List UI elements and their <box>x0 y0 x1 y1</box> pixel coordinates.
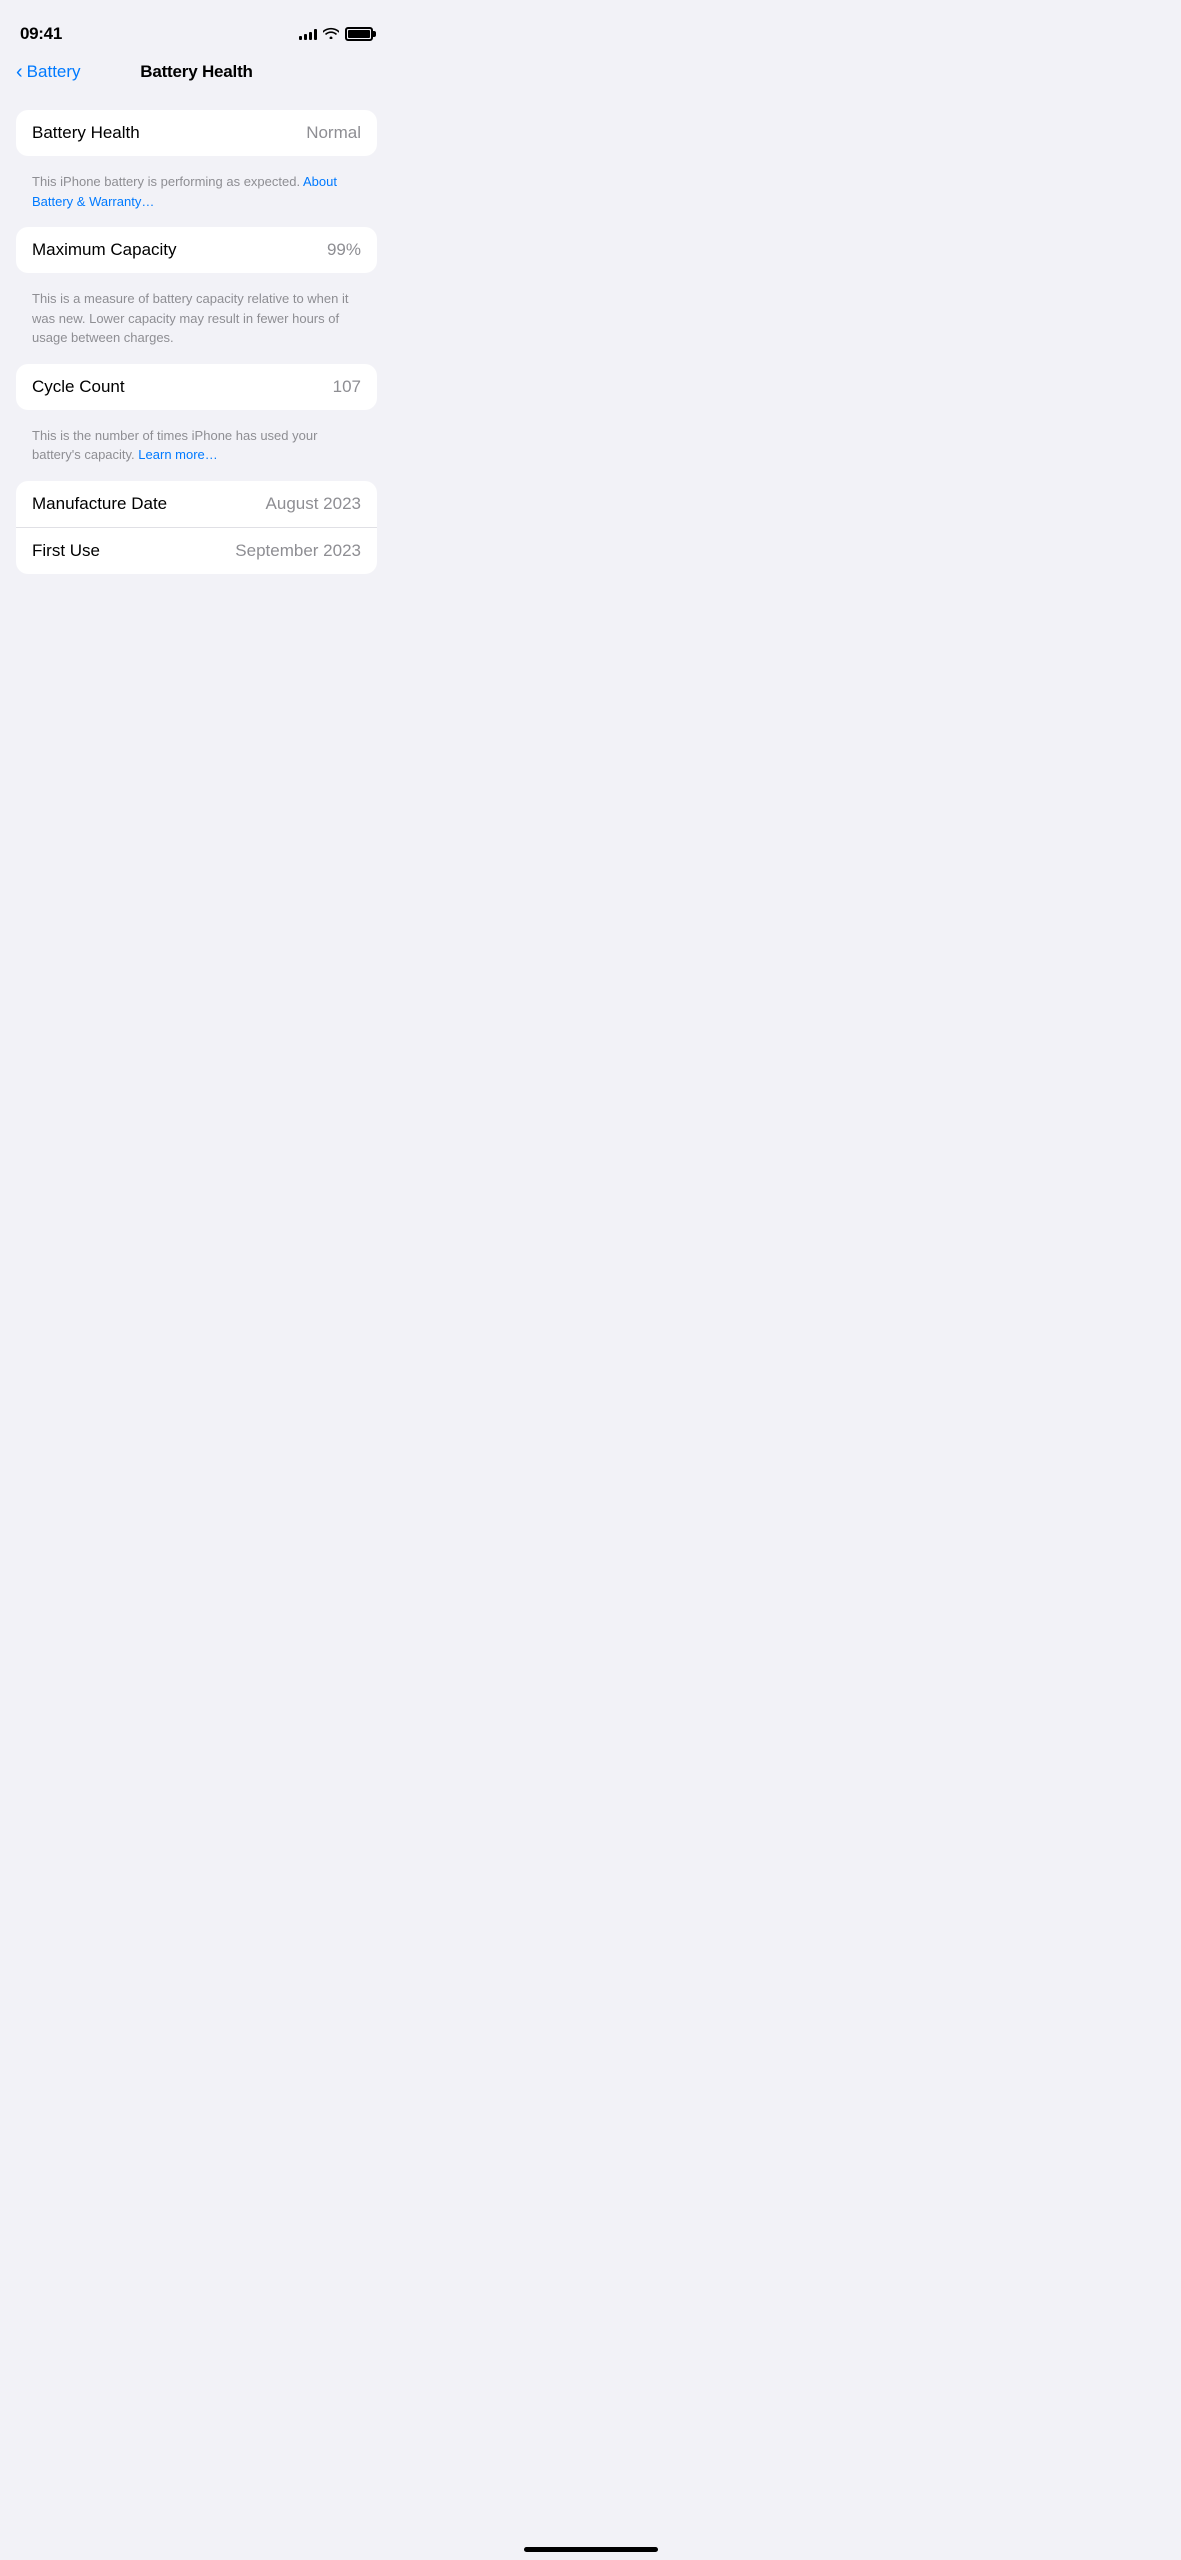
battery-icon <box>345 27 373 41</box>
battery-health-label: Battery Health <box>32 123 140 143</box>
page-title: Battery Health <box>140 62 252 82</box>
manufacture-date-row: Manufacture Date August 2023 <box>16 481 377 527</box>
battery-health-row: Battery Health Normal <box>16 110 377 156</box>
battery-warranty-link[interactable]: About Battery & Warranty… <box>32 174 337 209</box>
cycle-count-row: Cycle Count 107 <box>16 364 377 410</box>
status-bar: 09:41 <box>0 0 393 54</box>
maximum-capacity-label: Maximum Capacity <box>32 240 177 260</box>
back-chevron-icon: ‹ <box>16 62 23 82</box>
back-button[interactable]: ‹ Battery <box>16 62 81 82</box>
first-use-label: First Use <box>32 541 100 561</box>
back-label: Battery <box>27 62 81 82</box>
cycle-count-value: 107 <box>333 377 361 397</box>
battery-health-description: This iPhone battery is performing as exp… <box>16 164 377 227</box>
signal-icon <box>299 28 317 40</box>
dates-card: Manufacture Date August 2023 First Use S… <box>16 481 377 574</box>
cycle-count-description: This is the number of times iPhone has u… <box>16 418 377 481</box>
home-indicator <box>524 2547 658 2552</box>
maximum-capacity-card: Maximum Capacity 99% <box>16 227 377 273</box>
wifi-icon <box>323 27 339 42</box>
status-icons <box>299 27 373 42</box>
cycle-count-label: Cycle Count <box>32 377 125 397</box>
status-time: 09:41 <box>20 24 62 44</box>
first-use-row: First Use September 2023 <box>16 527 377 574</box>
battery-health-value: Normal <box>306 123 361 143</box>
nav-bar: ‹ Battery Battery Health <box>0 54 393 94</box>
battery-health-card: Battery Health Normal <box>16 110 377 156</box>
maximum-capacity-row: Maximum Capacity 99% <box>16 227 377 273</box>
cycle-count-card: Cycle Count 107 <box>16 364 377 410</box>
content-area: Battery Health Normal This iPhone batter… <box>0 94 393 574</box>
first-use-value: September 2023 <box>235 541 361 561</box>
maximum-capacity-description: This is a measure of battery capacity re… <box>16 281 377 364</box>
maximum-capacity-value: 99% <box>327 240 361 260</box>
manufacture-date-value: August 2023 <box>266 494 361 514</box>
learn-more-link[interactable]: Learn more… <box>138 447 217 462</box>
manufacture-date-label: Manufacture Date <box>32 494 167 514</box>
